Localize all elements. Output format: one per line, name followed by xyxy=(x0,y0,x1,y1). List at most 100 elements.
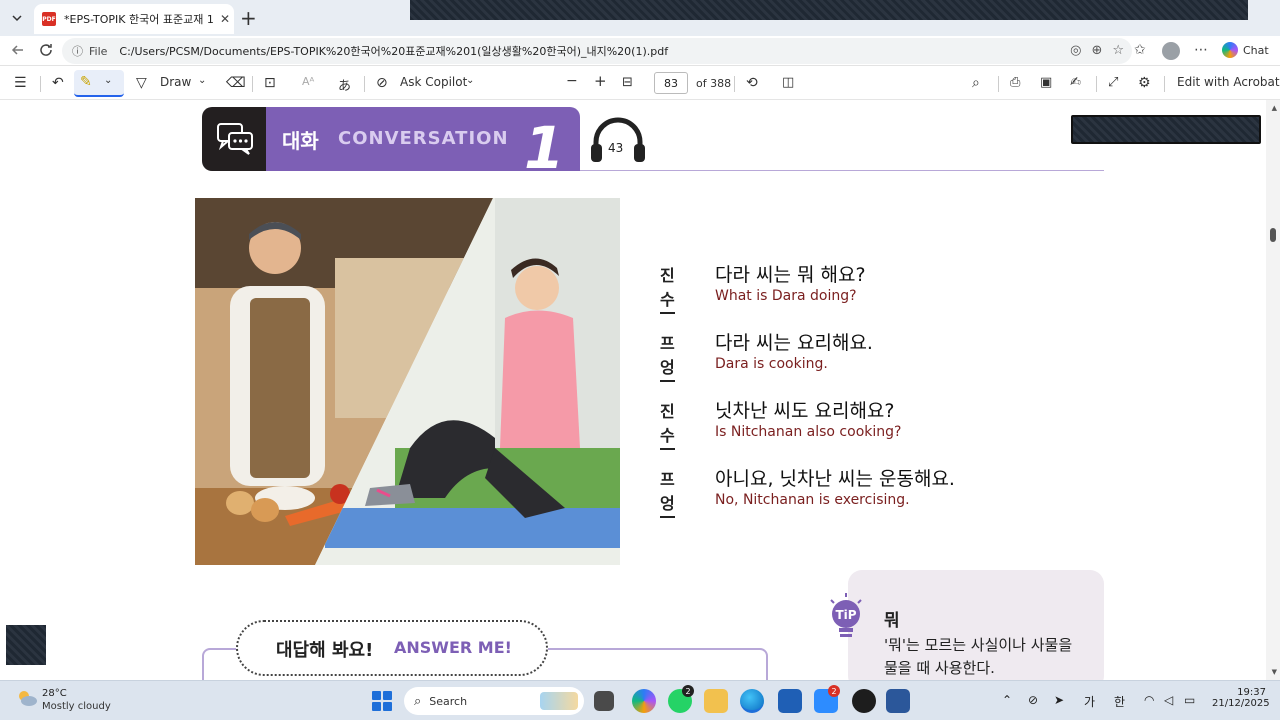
tip-badge-text: TiP xyxy=(835,608,856,622)
zoom-out-button[interactable]: − xyxy=(566,73,578,89)
conversation-header: 대화 CONVERSATION 1 xyxy=(266,107,580,177)
save-icon[interactable]: ▣ xyxy=(1040,75,1052,90)
windows-logo-pane xyxy=(372,702,381,711)
rotate-icon[interactable]: ⟲ xyxy=(746,75,758,91)
zoom-icon[interactable]: ⊕ xyxy=(1091,43,1102,58)
page-number-input[interactable]: 83 xyxy=(654,72,688,94)
page-view-icon[interactable]: ◫ xyxy=(782,75,794,90)
weather-temperature[interactable]: 28°C xyxy=(42,688,67,699)
copilot-icon[interactable]: ⊘ xyxy=(376,75,388,91)
print-icon[interactable]: ⎙ xyxy=(1010,75,1020,90)
text-box-icon[interactable]: ⊡ xyxy=(264,75,276,91)
url-field[interactable]: ⓘ File C:/Users/PCSM/Documents/EPS-TOPIK… xyxy=(62,38,1132,64)
windows-logo-pane xyxy=(383,702,392,711)
word-app-icon[interactable] xyxy=(886,689,910,713)
cloudy-weather-icon[interactable] xyxy=(16,689,38,707)
draw-pen-icon[interactable]: ▽ xyxy=(136,75,147,91)
profile-avatar[interactable] xyxy=(1162,42,1180,60)
start-button[interactable] xyxy=(372,691,392,711)
ime-mode-indicator[interactable]: 가 xyxy=(1084,693,1095,710)
more-menu-icon[interactable]: ⋯ xyxy=(1194,42,1208,58)
volume-icon[interactable]: ◁ xyxy=(1164,693,1173,707)
highlighter-icon: ✎ xyxy=(80,74,92,90)
read-aloud-icon[interactable]: ◎ xyxy=(1070,43,1081,58)
tip-lightbulb-icon: TiP xyxy=(830,593,862,637)
header-label-ko: 대화 xyxy=(282,129,319,153)
taskbar-search-box[interactable]: ⌕ Search xyxy=(404,687,584,715)
whatsapp-app-icon[interactable]: 2 xyxy=(668,685,694,713)
conversation-illustration xyxy=(195,198,620,565)
weather-description[interactable]: Mostly cloudy xyxy=(42,701,111,712)
edge-browser-icon[interactable] xyxy=(740,689,764,713)
favorites-icon[interactable]: ✩ xyxy=(1134,42,1146,58)
edit-with-acrobat-button[interactable]: Edit with Acrobat xyxy=(1177,75,1280,89)
speaker-name: 진수 xyxy=(660,398,675,450)
headphone-audio-icon[interactable] xyxy=(590,116,646,164)
conversation-section-icon-box xyxy=(202,107,268,171)
chevron-down-icon[interactable]: ⌄ xyxy=(466,75,474,86)
back-icon[interactable] xyxy=(10,42,26,58)
contents-list-icon[interactable]: ☰ xyxy=(14,75,27,91)
fit-to-width-icon[interactable]: ⊟ xyxy=(622,75,633,90)
tab-bar: PDF *EPS-TOPIK 한국어 표준교재 1(일상생활 ✕ + xyxy=(0,0,1280,36)
microsoft-store-icon[interactable] xyxy=(778,689,802,713)
info-icon[interactable]: ⓘ xyxy=(72,43,83,59)
location-arrow-icon[interactable]: ➤ xyxy=(1054,693,1064,707)
eraser-icon[interactable]: ⌫ xyxy=(226,75,246,91)
divider xyxy=(40,76,41,92)
url-text: C:/Users/PCSM/Documents/EPS-TOPIK%20한국어%… xyxy=(119,45,669,58)
dialogue-korean: 닛차난 씨도 요리해요? xyxy=(715,400,895,422)
copilot-app-icon[interactable] xyxy=(632,689,656,713)
text-format-icon: Aᴬ xyxy=(302,75,315,88)
dialogue-korean: 다라 씨는 뭐 해요? xyxy=(715,264,866,286)
draw-label[interactable]: Draw xyxy=(160,75,191,89)
search-icon[interactable]: ⌕ xyxy=(972,75,980,91)
answer-label-ko: 대답해 봐요! xyxy=(276,640,374,661)
taskbar-search-label: Search xyxy=(429,694,468,708)
dialogue-english: Dara is cooking. xyxy=(715,356,828,372)
media-player-icon[interactable] xyxy=(852,689,876,713)
ask-copilot-label[interactable]: Ask Copilot xyxy=(400,75,467,89)
header-label-en: CONVERSATION xyxy=(338,128,509,149)
zoom-in-button[interactable]: + xyxy=(594,72,607,90)
copilot-chat-button[interactable]: Chat xyxy=(1222,42,1269,58)
chevron-down-icon[interactable]: ⌄ xyxy=(198,75,206,86)
tab-actions-menu-button[interactable] xyxy=(6,7,28,29)
redacted-overlay xyxy=(1071,115,1261,144)
favorite-star-icon[interactable]: ☆ xyxy=(1112,43,1124,58)
task-view-icon[interactable] xyxy=(594,691,614,711)
divider xyxy=(734,76,735,92)
tab-active-pdf[interactable]: PDF *EPS-TOPIK 한국어 표준교재 1(일상생활 ✕ xyxy=(34,4,234,34)
ime-language-indicator[interactable]: 한 xyxy=(1114,693,1125,710)
undo-icon[interactable]: ↶ xyxy=(52,75,64,91)
file-explorer-icon[interactable] xyxy=(704,689,728,713)
answer-section-header: 대답해 봐요! ANSWER ME! xyxy=(236,620,548,676)
zoom-app-icon[interactable]: 2 xyxy=(814,685,840,713)
search-highlight-icon xyxy=(540,692,578,710)
divider xyxy=(1096,76,1097,92)
answer-label-en: ANSWER ME! xyxy=(394,638,512,657)
notification-badge: 2 xyxy=(682,685,694,697)
windows-taskbar: 28°C Mostly cloudy ⌕ Search 2 2 ⌃ ⊘ ➤ 가 … xyxy=(0,680,1280,720)
vertical-scrollbar[interactable]: ▲ ▼ xyxy=(1266,100,1280,680)
dialogue-english: What is Dara doing? xyxy=(715,288,857,304)
scrollbar-thumb[interactable] xyxy=(1270,228,1276,242)
new-tab-button[interactable]: + xyxy=(240,6,257,30)
highlight-button[interactable]: ✎ ⌄ xyxy=(74,70,124,97)
fullscreen-icon[interactable]: ⤢ xyxy=(1108,75,1118,90)
wifi-icon[interactable]: ◠ xyxy=(1144,693,1154,707)
translate-icon[interactable]: あ xyxy=(338,75,351,94)
scroll-down-arrow-icon[interactable]: ▼ xyxy=(1272,668,1277,676)
battery-icon[interactable]: ▭ xyxy=(1184,693,1195,707)
notifications-muted-icon[interactable]: ⊘ xyxy=(1028,693,1038,707)
dialogue-english: Is Nitchanan also cooking? xyxy=(715,424,902,440)
system-clock[interactable]: 19:37 21/12/2025 xyxy=(1212,687,1270,709)
refresh-icon[interactable] xyxy=(38,42,54,58)
save-as-icon[interactable]: ✍ xyxy=(1070,75,1081,90)
windows-logo-pane xyxy=(372,691,381,700)
settings-gear-icon[interactable]: ⚙ xyxy=(1138,75,1151,91)
tab-close-button[interactable]: ✕ xyxy=(220,12,230,26)
scroll-up-arrow-icon[interactable]: ▲ xyxy=(1272,104,1277,112)
address-bar: ⓘ File C:/Users/PCSM/Documents/EPS-TOPIK… xyxy=(0,36,1280,66)
show-hidden-icons-chevron-icon[interactable]: ⌃ xyxy=(1002,693,1012,707)
